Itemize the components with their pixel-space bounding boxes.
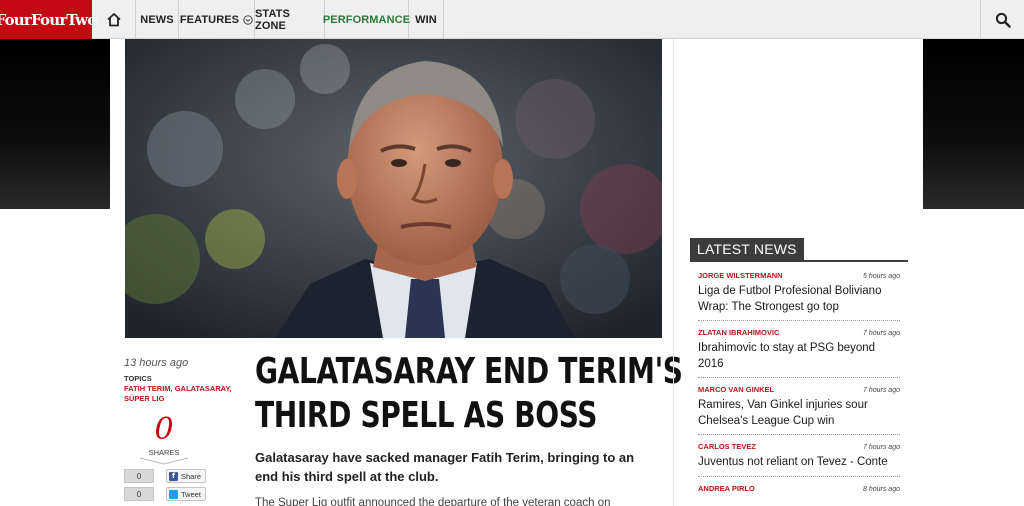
topic-links[interactable]: FATIH TERIM, GALATASARAY, SÜPER LIG <box>124 384 234 404</box>
news-item-title[interactable]: Ibrahimovic to stay at PSG beyond 2016 <box>698 341 900 372</box>
page-content: 13 hours ago TOPICS FATIH TERIM, GALATAS… <box>110 39 923 506</box>
news-item-tag[interactable]: JORGE WILSTERMANN <box>698 271 783 280</box>
nav-win-label: WIN <box>415 13 437 26</box>
news-item-title[interactable]: Ramires, Van Ginkel injuries sour Chelse… <box>698 398 900 429</box>
news-item-time: 7 hours ago <box>863 444 900 451</box>
facebook-share-label: Share <box>181 471 202 481</box>
site-logo[interactable]: FourFourTwo <box>0 0 97 39</box>
news-item-time: 8 hours ago <box>863 485 900 493</box>
facebook-share-count: 0 <box>124 469 154 483</box>
home-button[interactable] <box>92 0 136 39</box>
nav-stats-zone[interactable]: STATS ZONE <box>255 0 325 39</box>
news-item[interactable]: JORGE WILSTERMANN 5 hours ago Liga de Fu… <box>698 271 900 321</box>
article-hero-image <box>125 39 662 338</box>
news-item-title[interactable]: Liga de Futbol Profesional Boliviano Wra… <box>698 284 900 315</box>
article-title-line-2: THIRD SPELL AS BOSS <box>255 395 598 436</box>
article-body: The Super Lig outfit announced the depar… <box>255 497 611 506</box>
shares-divider-arrow <box>139 457 189 465</box>
nav-win[interactable]: WIN <box>409 0 444 39</box>
news-item-tag[interactable]: ZLATAN IBRAHIMOVIC <box>698 328 779 337</box>
news-item[interactable]: ZLATAN IBRAHIMOVIC 7 hours ago Ibrahimov… <box>698 328 900 378</box>
search-icon <box>995 12 1011 28</box>
latest-news-title: LATEST NEWS <box>690 238 804 260</box>
top-navigation: FourFourTwo NEWS FEATURES STATS ZONE PER… <box>0 0 1024 39</box>
nav-news-label: NEWS <box>140 13 174 26</box>
article-title: GALATASARAY END TERIM'S THIRD SPELL AS B… <box>255 350 683 438</box>
facebook-icon: f <box>169 471 178 481</box>
facebook-share-button[interactable]: f Share <box>166 469 207 483</box>
nav-features[interactable]: FEATURES <box>179 0 255 39</box>
twitter-share-button[interactable]: Tweet <box>166 487 207 501</box>
search-button[interactable] <box>980 0 1024 39</box>
article-meta: 13 hours ago TOPICS FATIH TERIM, GALATAS… <box>124 357 234 501</box>
news-item-time: 7 hours ago <box>863 387 900 394</box>
nav-performance[interactable]: PERFORMANCE <box>322 0 411 39</box>
news-item[interactable]: MARCO VAN GINKEL 7 hours ago Ramires, Va… <box>698 385 900 435</box>
news-item-title[interactable]: Juventus not reliant on Tevez - Conte <box>698 455 900 471</box>
shares-label: SHARES <box>148 448 180 457</box>
news-item-tag[interactable]: MARCO VAN GINKEL <box>698 385 774 394</box>
article-standfirst: Galatasaray have sacked manager Fatih Te… <box>255 450 635 484</box>
home-icon <box>106 13 121 27</box>
news-item-time: 5 hours ago <box>863 273 900 280</box>
column-divider <box>673 39 674 506</box>
topics-label: TOPICS <box>124 374 152 383</box>
nav-news[interactable]: NEWS <box>136 0 179 39</box>
twitter-share-label: Tweet <box>181 489 202 499</box>
nav-performance-label: PERFORMANCE <box>322 13 411 26</box>
share-count: 0 <box>154 412 174 447</box>
twitter-share-count: 0 <box>124 487 154 501</box>
news-item-time: 7 hours ago <box>863 330 900 337</box>
twitter-share-row: 0 Tweet <box>124 487 234 501</box>
twitter-icon <box>169 489 178 499</box>
latest-news-list: JORGE WILSTERMANN 5 hours ago Liga de Fu… <box>698 271 900 505</box>
latest-news-header: LATEST NEWS <box>690 238 908 262</box>
news-item-tag[interactable]: CARLOS TEVEZ <box>698 442 756 451</box>
nav-stats-zone-label: STATS ZONE <box>255 7 290 32</box>
news-item[interactable]: ANDREA PIRLO 8 hours ago <box>698 484 900 498</box>
nav-features-label: FEATURES <box>179 13 240 26</box>
chevron-down-circle-icon <box>243 14 253 25</box>
news-item[interactable]: CARLOS TEVEZ 7 hours ago Juventus not re… <box>698 442 900 477</box>
publish-time: 13 hours ago <box>124 357 189 369</box>
article-title-line-1: GALATASARAY END TERIM'S <box>255 351 683 392</box>
news-item-tag[interactable]: ANDREA PIRLO <box>698 484 755 493</box>
facebook-share-row: 0 f Share <box>124 469 234 483</box>
